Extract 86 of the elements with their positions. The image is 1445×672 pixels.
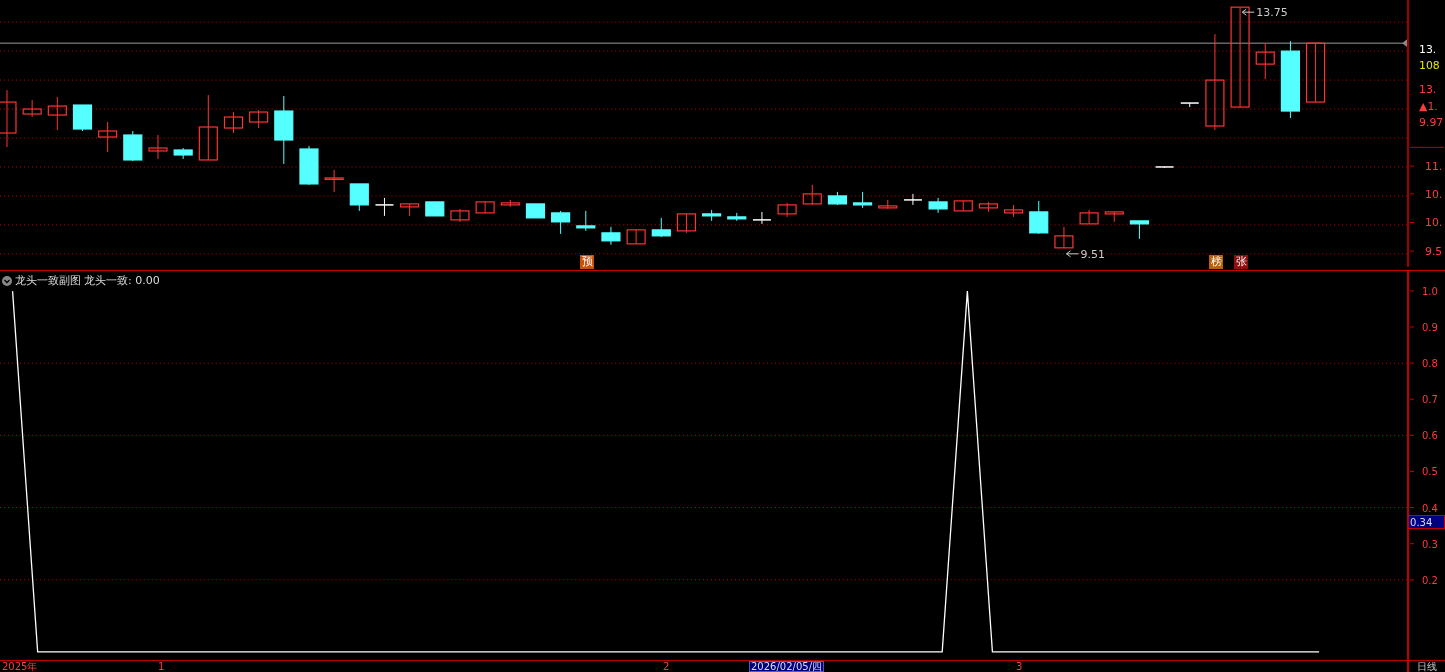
candlestick (72, 104, 93, 132)
axis-label: 0.8 (1422, 358, 1438, 370)
collapse-icon[interactable] (2, 275, 12, 286)
pointer-icon (1402, 39, 1408, 48)
arrow-icon (1241, 8, 1255, 16)
cursor-value: 0.34 (1409, 515, 1445, 529)
candlestick (47, 96, 67, 131)
axis-label: 0.6 (1422, 430, 1438, 442)
candlestick (349, 183, 369, 212)
candlestick (173, 147, 193, 160)
axis-label: 0.5 (1422, 466, 1438, 478)
candlestick (727, 212, 747, 222)
candlestick (400, 203, 420, 217)
candlestick (1029, 200, 1049, 235)
indicator-title: 龙头一致副图 (15, 273, 81, 288)
axis-label: 1.0 (1422, 285, 1438, 297)
marker-badge: 榜 (1209, 255, 1223, 269)
cursor-date: 2026/02/05/四 (749, 661, 824, 672)
candlestick (98, 121, 118, 153)
marker-badge: 张 (1234, 255, 1248, 269)
candlestick (551, 210, 571, 235)
candlestick (1129, 220, 1149, 240)
candlestick (853, 191, 873, 209)
candlestick (928, 197, 948, 214)
indicator-legend: 龙头一致: 0.00 (84, 273, 160, 288)
marker-badge: 预 (580, 255, 594, 269)
quote-value: 13. (1419, 82, 1437, 96)
candlestick (1079, 209, 1099, 225)
axis-label: 0.9 (1422, 322, 1438, 333)
candlestick (903, 193, 923, 206)
candlestick (500, 199, 520, 208)
candlestick (0, 89, 17, 148)
candlestick (450, 208, 470, 223)
candlestick (1054, 226, 1074, 249)
axis-label: 0.3 (1422, 538, 1438, 550)
candlestick (702, 209, 722, 222)
price-label: 9.51 (1080, 247, 1105, 261)
candlestick (752, 211, 772, 225)
candlestick (475, 201, 495, 214)
price-label: 13.75 (1256, 6, 1288, 20)
axis-label: 0.7 (1422, 394, 1438, 406)
period-label: 日线 (1417, 661, 1438, 672)
axis-label: 11. (1425, 160, 1443, 174)
candlestick (148, 134, 168, 160)
candlestick (802, 184, 822, 206)
candlestick (1180, 102, 1200, 108)
quote-value: 108 (1419, 59, 1440, 73)
candlestick (651, 217, 671, 238)
quote-value: 9.97 (1419, 115, 1444, 129)
candlestick (1306, 42, 1326, 103)
candlestick (274, 95, 294, 165)
axis-label: 0.2 (1422, 574, 1438, 586)
date-label: 2 (663, 661, 670, 672)
candlestick (22, 99, 42, 118)
candlestick (223, 111, 244, 134)
candlestick (198, 94, 218, 161)
candlestick (525, 203, 546, 219)
quote-value: ▲1. (1419, 99, 1438, 113)
candlestick (1154, 166, 1175, 169)
candlestick (777, 202, 797, 218)
axis-label: 10. (1425, 216, 1443, 230)
candlestick (425, 201, 445, 217)
candlestick (123, 130, 143, 162)
candlestick (249, 109, 269, 129)
candlestick (601, 226, 621, 246)
candlestick (953, 200, 973, 212)
candlestick (978, 201, 998, 213)
date-label: 2025年 (2, 661, 38, 672)
candlestick (374, 197, 395, 217)
candlestick (676, 213, 697, 234)
candlestick (1004, 204, 1024, 218)
candlestick (299, 145, 319, 186)
axis-label: 9.5 (1425, 245, 1443, 259)
candlestick (1255, 42, 1275, 80)
candlestick (1104, 211, 1124, 223)
axis-label: 0.4 (1422, 502, 1438, 514)
axis-label: 10. (1425, 187, 1443, 201)
arrow-icon (1066, 250, 1079, 258)
candlestick (626, 229, 646, 245)
quote-value: 13. (1419, 43, 1437, 57)
candlestick (878, 199, 898, 210)
date-label: 1 (158, 661, 165, 672)
candlestick (324, 169, 344, 193)
candlestick (827, 191, 848, 206)
candlestick (576, 210, 596, 232)
date-label: 3 (1016, 661, 1023, 672)
